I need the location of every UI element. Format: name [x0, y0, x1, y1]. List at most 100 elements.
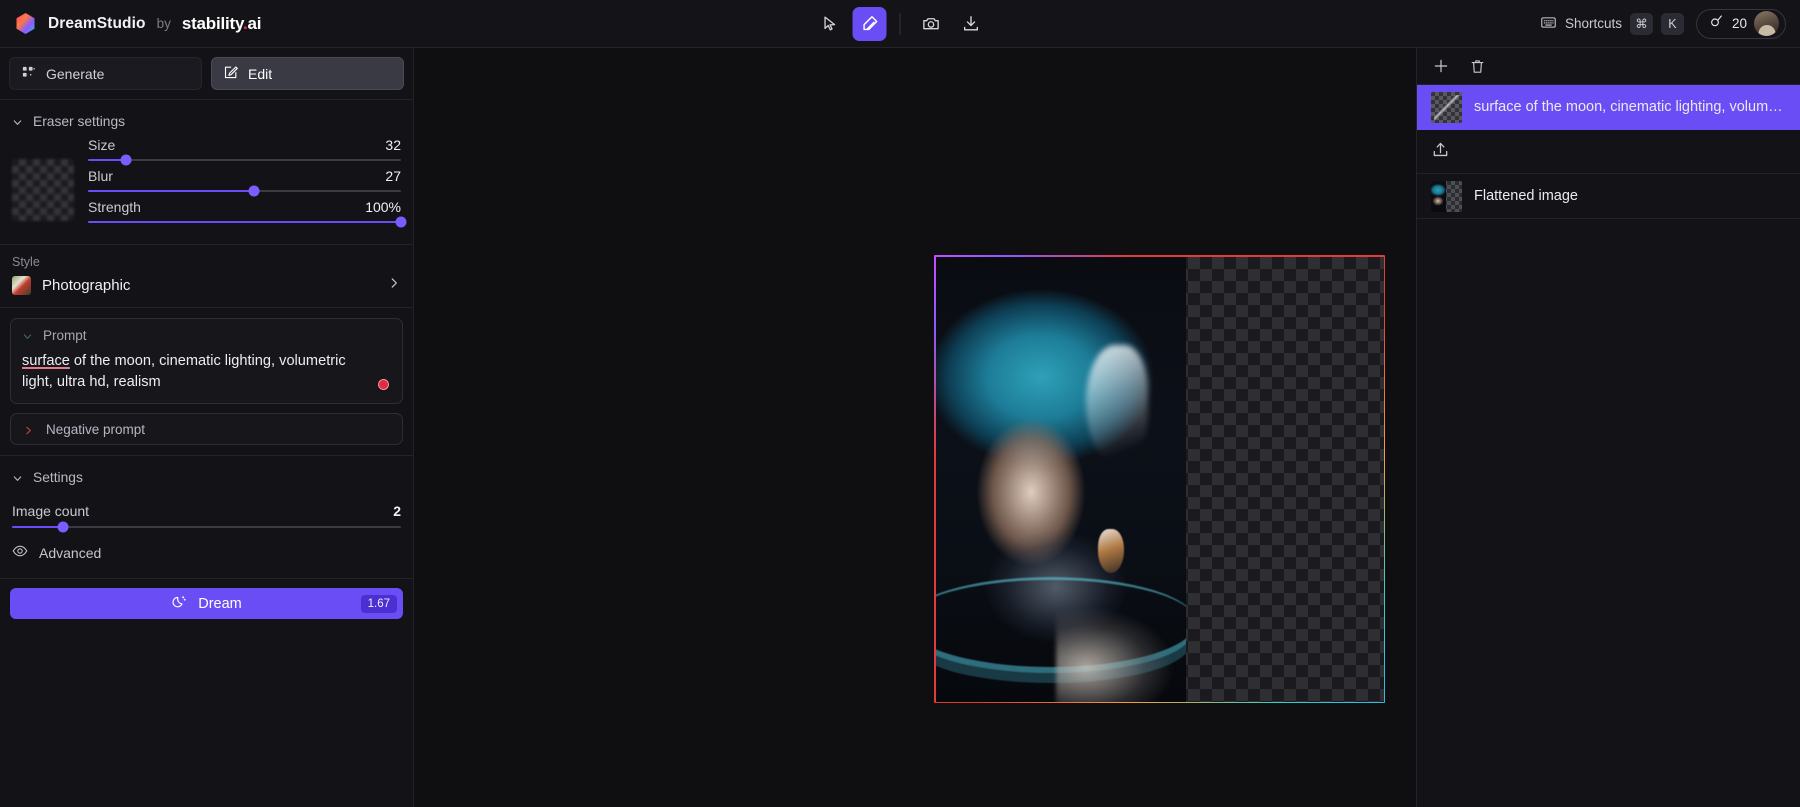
image-count-knob[interactable] [57, 522, 68, 533]
chevron-down-icon [12, 116, 23, 127]
slider-size-value: 32 [385, 137, 401, 153]
slider-strength-track[interactable] [88, 221, 401, 223]
slider-strength-label: Strength [88, 199, 141, 215]
tab-generate[interactable]: Generate [9, 57, 202, 90]
eraser-settings-section: Eraser settings Size 32 [0, 100, 413, 245]
style-label: Style [12, 255, 401, 269]
shortcuts-label: Shortcuts [1565, 16, 1622, 31]
select-tool-button[interactable] [813, 7, 847, 41]
grid-icon [21, 65, 36, 83]
image-count-label: Image count [12, 503, 89, 519]
tool-toolbar [813, 7, 988, 41]
prompt-header[interactable]: Prompt [22, 328, 391, 343]
settings-section: Settings Image count 2 [0, 456, 413, 578]
prompt-misspelled-word: surface [22, 353, 70, 369]
settings-header[interactable]: Settings [12, 466, 401, 493]
dreamstudio-app: DreamStudio by stability.ai [0, 0, 1800, 807]
slider-size: Size 32 [88, 137, 401, 161]
chevron-right-icon [23, 424, 34, 435]
advanced-label: Advanced [39, 545, 101, 561]
prompt-label: Prompt [43, 328, 87, 343]
layer-stroke-mark-icon [1434, 95, 1459, 120]
slider-blur-value: 27 [385, 168, 401, 184]
shortcuts-key-k: K [1661, 13, 1684, 35]
style-section: Style Photographic [0, 245, 413, 308]
credits-count: 20 [1732, 16, 1747, 31]
astronaut-image [936, 257, 1186, 702]
slider-blur-knob[interactable] [248, 186, 259, 197]
camera-tool-button[interactable] [914, 7, 948, 41]
slider-size-label: Size [88, 137, 115, 153]
brand-name: DreamStudio [48, 15, 146, 33]
slider-blur: Blur 27 [88, 168, 401, 192]
delete-layer-button[interactable] [1467, 56, 1487, 76]
download-tool-button[interactable] [954, 7, 988, 41]
negative-prompt-toggle[interactable]: Negative prompt [10, 413, 403, 445]
slider-blur-track[interactable] [88, 190, 401, 192]
eraser-settings-header[interactable]: Eraser settings [12, 110, 401, 137]
image-count-row: Image count 2 [12, 493, 401, 526]
layer-row-selected[interactable]: surface of the moon, cinematic lighting,… [1417, 85, 1800, 130]
prompt-rest-text: of the moon, cinematic lighting, volumet… [22, 353, 346, 390]
shortcuts-button[interactable]: Shortcuts ⌘ K [1540, 13, 1684, 35]
slider-size-track[interactable] [88, 159, 401, 161]
advanced-toggle[interactable]: Advanced [12, 528, 401, 572]
eraser-brush-preview [12, 159, 74, 221]
slider-size-knob[interactable] [120, 155, 131, 166]
style-value: Photographic [42, 277, 130, 294]
slider-strength-knob[interactable] [396, 217, 407, 228]
dream-cost-badge: 1.67 [361, 595, 397, 613]
app-body: Generate Edit [0, 48, 1800, 807]
brand-by: by [157, 16, 171, 31]
canvas-area[interactable] [414, 48, 1416, 807]
credits-pill[interactable]: 20 [1696, 9, 1786, 39]
slider-strength-value: 100% [365, 199, 401, 215]
brand-stability-word: stability [182, 14, 243, 33]
layers-panel: surface of the moon, cinematic lighting,… [1416, 48, 1800, 807]
eraser-settings-title: Eraser settings [33, 114, 125, 129]
brand-stability-ai: ai [248, 14, 262, 33]
dream-label: Dream [198, 596, 242, 612]
negative-prompt-label: Negative prompt [46, 422, 145, 437]
image-edge-fade [1150, 257, 1186, 702]
moon-icon [171, 594, 187, 614]
style-selector[interactable]: Photographic [12, 276, 401, 295]
layer-name: Flattened image [1474, 188, 1578, 204]
upload-image-row[interactable] [1417, 130, 1800, 174]
pencil-square-icon [223, 65, 238, 83]
eye-icon [12, 543, 28, 562]
chevron-down-icon [12, 472, 23, 483]
image-count-value: 2 [393, 503, 401, 519]
chevron-down-icon [22, 330, 33, 341]
canvas-selection-frame[interactable] [934, 255, 1385, 703]
slider-strength: Strength 100% [88, 199, 401, 223]
helmet-highlight [1086, 345, 1148, 465]
mode-tabs: Generate Edit [0, 48, 413, 100]
canvas-transparent-layer[interactable] [936, 257, 1384, 702]
add-layer-button[interactable] [1431, 56, 1451, 76]
credits-icon [1709, 13, 1725, 34]
layer-preview-image [1431, 181, 1446, 212]
eraser-sliders: Size 32 Blur 27 [88, 137, 401, 230]
avatar[interactable] [1754, 11, 1779, 36]
prompt-section: Prompt surface of the moon, cinematic li… [0, 308, 413, 404]
shortcuts-key-cmd: ⌘ [1630, 13, 1653, 35]
style-thumbnail-icon [12, 276, 31, 295]
layers-toolbar [1417, 48, 1800, 85]
negative-prompt-section: Negative prompt [0, 404, 413, 456]
dreamstudio-logo-icon [14, 12, 37, 35]
brand: DreamStudio by stability.ai [0, 12, 261, 35]
layer-thumbnail [1431, 92, 1462, 123]
layer-row-flattened[interactable]: Flattened image [1417, 174, 1800, 219]
upload-icon[interactable] [1431, 140, 1450, 164]
layer-thumbnail [1431, 181, 1462, 212]
tab-edit[interactable]: Edit [211, 57, 404, 90]
dream-button[interactable]: Dream 1.67 [10, 588, 403, 619]
app-header: DreamStudio by stability.ai [0, 0, 1800, 48]
left-panel: Generate Edit [0, 48, 414, 807]
prompt-input[interactable]: surface of the moon, cinematic lighting,… [22, 351, 391, 392]
slider-blur-label: Blur [88, 168, 113, 184]
layer-name: surface of the moon, cinematic lighting,… [1474, 99, 1786, 115]
prompt-box[interactable]: Prompt surface of the moon, cinematic li… [10, 318, 403, 404]
eraser-tool-button[interactable] [853, 7, 887, 41]
